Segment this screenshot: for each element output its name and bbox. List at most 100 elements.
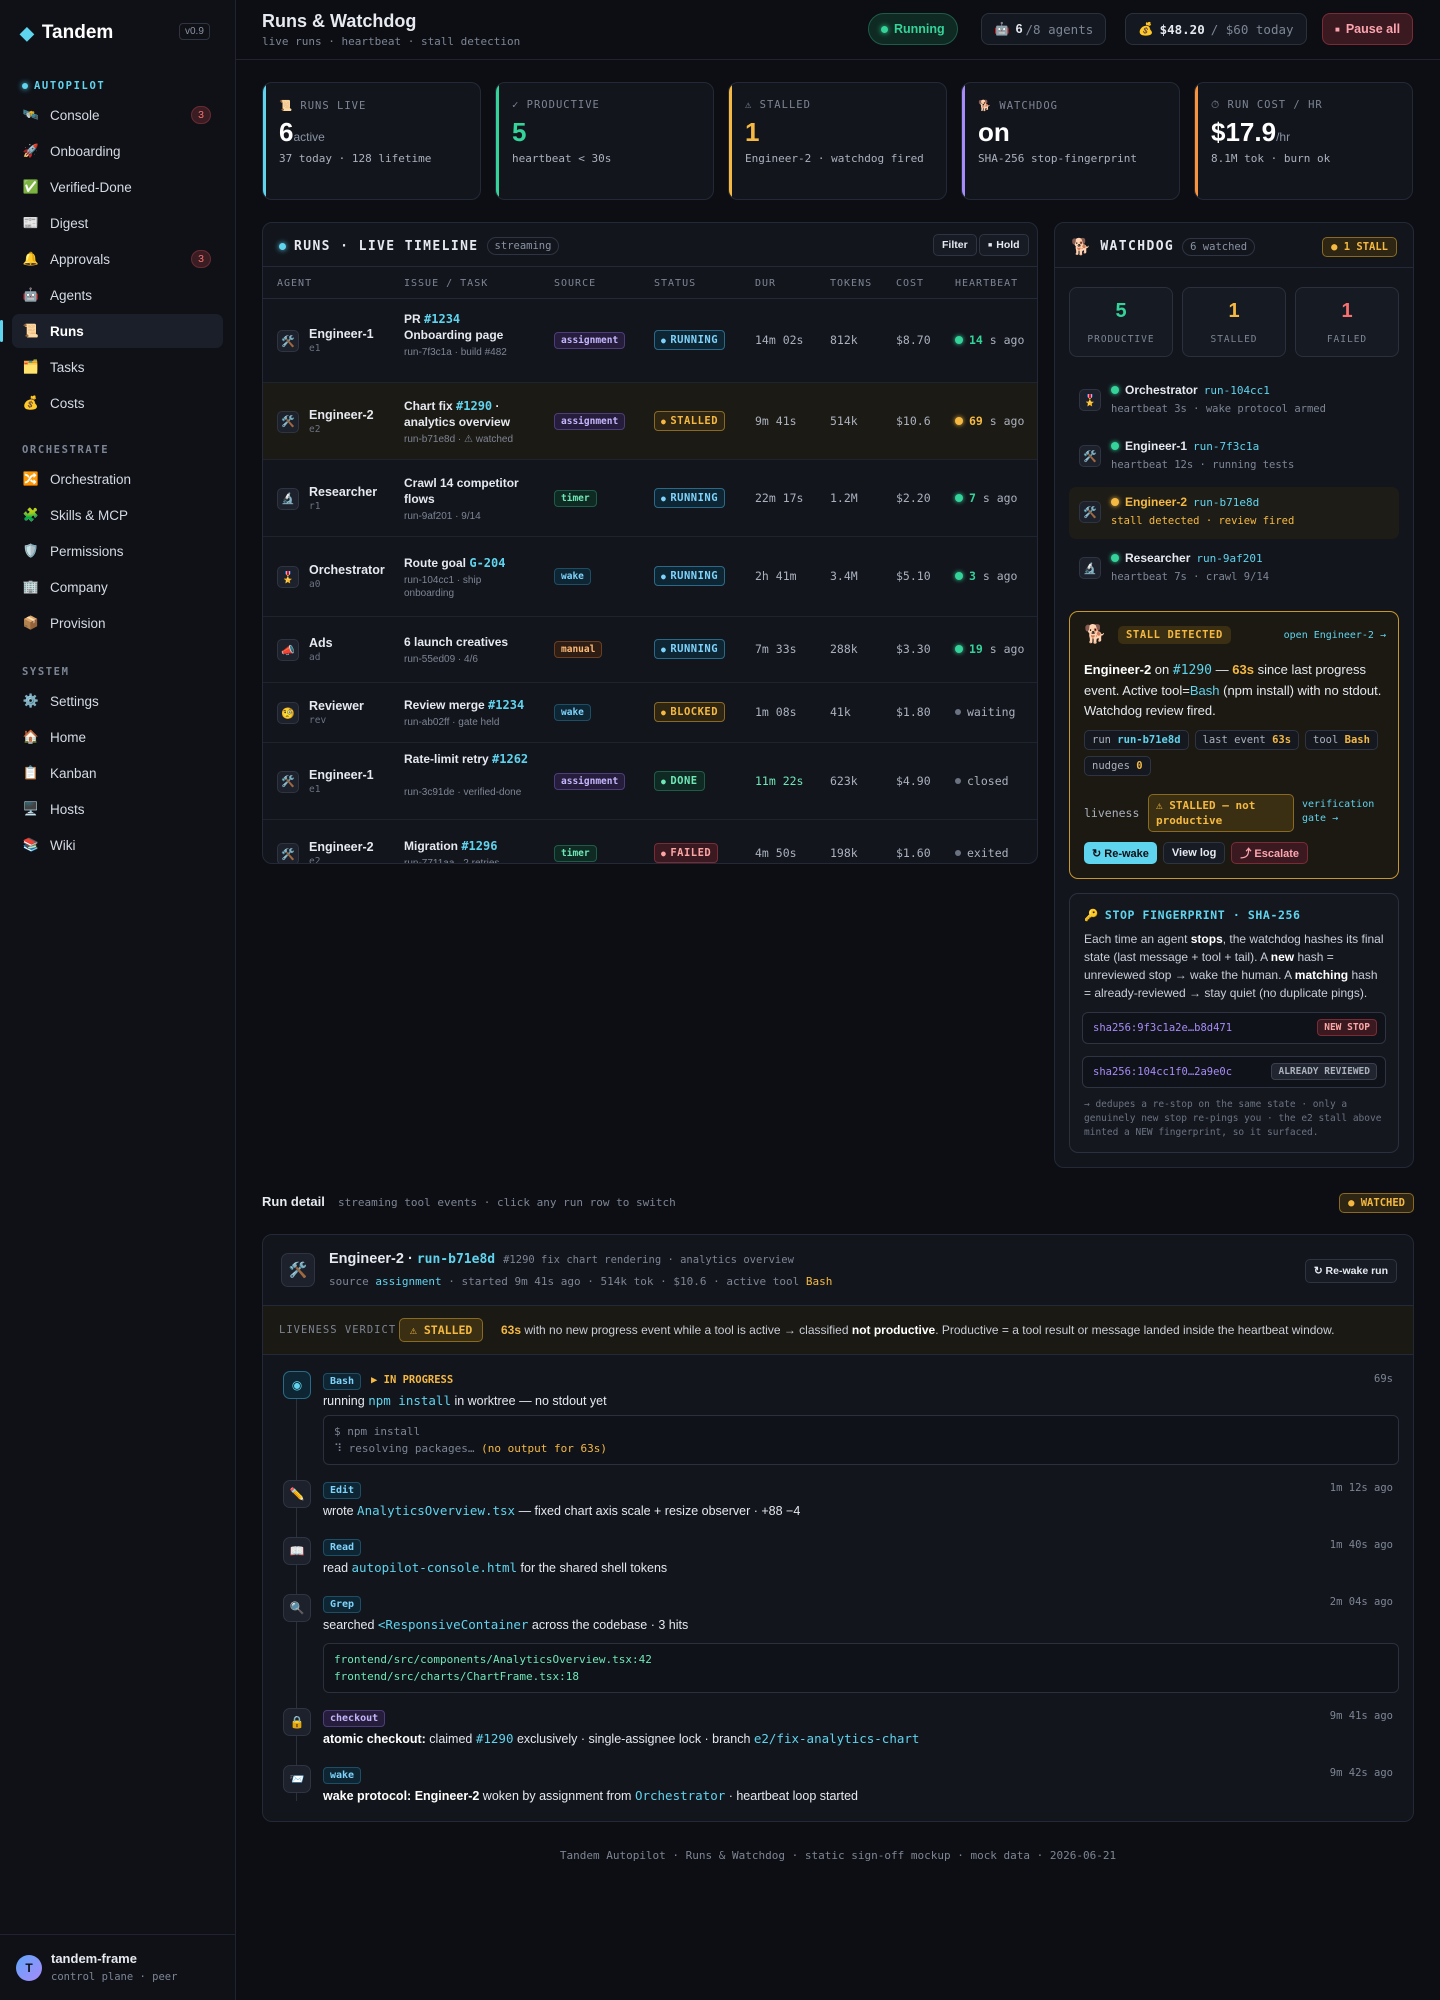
sidebar-item-tasks[interactable]: 🗂️ Tasks [12,350,223,384]
heartbeat-dot-icon [955,777,961,784]
agents-count-pill[interactable]: 🤖 6/8 agents [981,13,1107,45]
issue-title[interactable]: 6 launch creatives [404,634,530,650]
duration: 9m 41s [755,413,797,428]
table-row[interactable]: 🧐 Reviewer rev Review merge #1234 run-ab02ff… [263,683,1037,743]
stat-icon: 🐕 [978,100,993,112]
watchdog-count-productive[interactable]: 5 PRODUCTIVE [1069,287,1173,357]
table-row[interactable]: 🎖️ Orchestrator a0 Route goal G-204 run-104c… [263,537,1037,617]
sidebar-item-verified-done[interactable]: ✅ Verified-Done [12,170,223,204]
heartbeat: 69 s ago [955,414,1024,428]
stat-icon: ✓ [512,99,520,111]
issue-title[interactable]: Route goal G-204 [404,555,530,571]
sidebar-item-settings[interactable]: ⚙️ Settings [12,684,223,718]
watchdog-count-failed[interactable]: 1 FAILED [1295,287,1399,357]
issue-title[interactable]: Migration #1296 [404,838,530,854]
event-time: 9m 42s ago [1329,1767,1393,1779]
watchdog-panel: 🐕 WATCHDOG 6 watched ● 1 STALL 5 PRODUCTIVE… [1054,222,1414,1168]
budget-pill[interactable]: 💰 $48.20/ $60 today [1125,13,1307,45]
status-dot-icon [1111,442,1119,450]
sidebar-item-skills-mcp[interactable]: 🧩 Skills & MCP [12,498,223,532]
sidebar-item-digest[interactable]: 📰 Digest [12,206,223,240]
issue-title[interactable]: Chart fix #1290 · analytics overview [404,398,530,430]
table-row[interactable]: 🔬 Researcher r1 Crawl 14 competitor flows ru… [263,460,1037,537]
col-cost: COST [896,278,925,289]
source-badge: assignment [554,412,626,430]
issue-title[interactable]: Review merge #1234 [404,697,530,713]
magnifier-icon: 🔍 [283,1594,311,1622]
verification-gate-link[interactable]: verification gate → [1302,798,1390,826]
verdict-label: LIVENESS VERDICT [279,1324,397,1336]
escalate-button[interactable]: ⤴ Escalate [1231,842,1309,864]
sidebar-item-permissions[interactable]: 🛡️ Permissions [12,534,223,568]
sidebar-item-console[interactable]: 🛰️ Console 3 [12,98,223,132]
status-badge: ● BLOCKED [654,702,726,722]
watched-count-tag: 6 watched [1182,237,1256,256]
sidebar-item-runs[interactable]: 📜 Runs [0,314,223,348]
stat-sub: SHA-256 stop-fingerprint [978,152,1137,165]
agents-icon: 🤖 [22,287,40,302]
rewake-run-button[interactable]: ↻ Re-wake run [1304,1259,1397,1283]
hosts-icon: 🖥️ [22,801,40,816]
stall-count-badge[interactable]: ● 1 STALL [1322,237,1397,257]
rewake-button[interactable]: ↻ Re-wake [1084,842,1157,864]
issue-title[interactable]: Rate-limit retry #1262 [404,751,530,767]
watchdog-agent-researcher[interactable]: 🔬 Researcher run-9af201 heartbeat 7s · craw… [1069,543,1399,595]
table-row[interactable]: 📣 Ads ad 6 launch creatives run-55ed09 · 4/6… [263,617,1037,683]
hash-row-new[interactable]: sha256:9f3c1a2e…b8d471 NEW STOP [1082,1012,1386,1044]
view-log-button[interactable]: View log [1162,842,1226,864]
stat-sub: heartbeat < 30s [512,152,612,165]
watchdog-agent-orchestrator[interactable]: 🎖️ Orchestrator run-104cc1 heartbeat 3s · w… [1069,375,1399,427]
stat-value: on [978,117,1010,147]
open-engineer-link[interactable]: open Engineer-2 → [1284,630,1386,641]
watchdog-agent-engineer-1[interactable]: 🛠️ Engineer-1 run-7f3c1a heartbeat 12s · ru… [1069,431,1399,483]
hold-button[interactable]: ■ Hold [979,234,1029,256]
stall-alert-card: 🐕 STALL DETECTED open Engineer-2 → Engin… [1069,611,1399,879]
count-label: PRODUCTIVE [1087,334,1155,345]
user-profile[interactable]: T tandem-frame control plane · peer [0,1934,236,2000]
pause-all-button[interactable]: ■ Pause all [1322,13,1414,45]
table-row[interactable]: 🛠️ Engineer-2 e2 Chart fix #1290 · analytic… [263,383,1037,460]
brand[interactable]: ◆ Tandem [20,22,113,44]
stat-card-stalled: ⚠ STALLED 1 Engineer-2 · watchdog fired [728,82,947,200]
heartbeat: 3 s ago [955,569,1017,583]
agent-status: heartbeat 12s · running tests [1111,459,1295,471]
stat-value: 6active [279,117,325,147]
agent-name: Orchestrator run-104cc1 [1111,383,1270,397]
agent-status: stall detected · review fired [1111,515,1295,527]
provision-icon: 📦 [22,615,40,630]
watchdog-count-stalled[interactable]: 1 STALLED [1182,287,1286,357]
event-time: 1m 12s ago [1329,1482,1393,1494]
tokens: 198k [830,846,858,860]
running-status-pill[interactable]: Running [868,13,958,45]
issue-title[interactable]: Crawl 14 competitor flows [404,475,530,507]
sidebar-item-provision[interactable]: 📦 Provision [12,606,223,640]
app-name: Tandem [41,22,114,43]
sidebar-item-hosts[interactable]: 🖥️ Hosts [12,792,223,826]
table-row[interactable]: 🛠️ Engineer-1 e1 PR #1234 Onboarding page ru… [263,299,1037,383]
status-dot-icon: ● [661,708,667,717]
agent-icon: 🛠️ [277,770,299,793]
issue-title[interactable]: PR #1234 Onboarding page [404,311,530,343]
sidebar-item-agents[interactable]: 🤖 Agents [12,278,223,312]
event-tag-read: Read [323,1539,362,1556]
sidebar-item-onboarding[interactable]: 🚀 Onboarding [12,134,223,168]
hash-row-reviewed[interactable]: sha256:104cc1f0…2a9e0c ALREADY REVIEWED [1082,1056,1386,1088]
sidebar-item-approvals[interactable]: 🔔 Approvals 3 [12,242,223,276]
sidebar-item-wiki[interactable]: 📚 Wiki [12,828,223,862]
watchdog-agent-engineer-2[interactable]: 🛠️ Engineer-2 run-b71e8d stall detected · r… [1069,487,1399,539]
event-text: running npm install in worktree — no std… [323,1393,607,1408]
agent-name: Reviewer [309,699,364,713]
table-row[interactable]: 🛠️ Engineer-1 e1 Rate-limit retry #1262 run-… [263,743,1037,820]
filter-button[interactable]: Filter [933,234,977,256]
runs-live-timeline-panel: RUNS · LIVE TIMELINE streaming Filter ■ Ho… [262,222,1038,864]
top-header: Runs & Watchdog live runs · heartbeat · … [236,0,1440,60]
sidebar-item-home[interactable]: 🏠 Home [12,720,223,754]
sidebar-item-company[interactable]: 🏢 Company [12,570,223,604]
issue-subtitle: run-3c91de · verified-done [404,787,522,798]
sidebar-item-costs[interactable]: 💰 Costs [12,386,223,420]
table-row[interactable]: 🛠️ Engineer-2 e2 Migration #1296 run-7711aa … [263,820,1037,863]
grep-results: frontend/src/components/AnalyticsOvervie… [323,1643,1399,1693]
sidebar-item-orchestration[interactable]: 🔀 Orchestration [12,462,223,496]
sidebar-item-kanban[interactable]: 📋 Kanban [12,756,223,790]
watched-badge: ● WATCHED [1339,1193,1414,1213]
